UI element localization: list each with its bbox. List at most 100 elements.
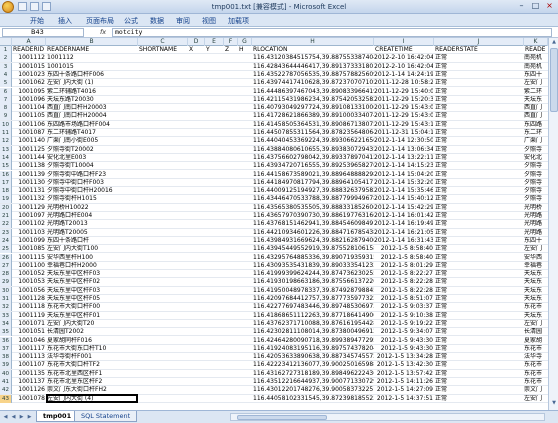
cell-readername[interactable]: 1001015 bbox=[47, 63, 187, 71]
cell-readername[interactable]: 长清园T2002 bbox=[47, 328, 187, 336]
cell-createtime[interactable]: 2012-2-10 16:42:04 bbox=[374, 63, 433, 71]
cell-createtime[interactable]: 2012-1-14 13:06:34 bbox=[374, 146, 433, 154]
cell-createtime[interactable]: 2011-12-31 15:04:18 bbox=[374, 129, 433, 137]
cell-reader-extra[interactable]: 夕照寺 bbox=[524, 162, 548, 170]
cell-rlocation[interactable]: 116.44158673589021,39.889648888298603 bbox=[253, 171, 374, 179]
cell-rlocation[interactable]: 116.43768151462941,39.884546098491906 bbox=[253, 220, 374, 228]
cell-rlocation[interactable]: 116.41924083195116,39.897574378204917 bbox=[253, 345, 374, 353]
cell-readerstate[interactable]: 正常 bbox=[435, 212, 455, 220]
column-header-j[interactable]: J bbox=[434, 38, 524, 46]
cell-readerid[interactable]: 1001115 bbox=[12, 254, 45, 262]
cell-createtime[interactable]: 2012-1-5 13:42:30 bbox=[374, 361, 433, 369]
cell-createtime[interactable]: 2012-1-5 9:03:37 bbox=[374, 303, 433, 311]
cell-readerid[interactable]: 1001125 bbox=[12, 146, 45, 154]
cell-createtime[interactable]: 2012-1-5 13:57:42 bbox=[374, 370, 433, 378]
cell-readerstate[interactable]: 正常 bbox=[435, 71, 455, 79]
cell-readerstate[interactable]: 正常 bbox=[435, 229, 455, 237]
cell-createtime[interactable]: 2012-1-14 16:19:49 bbox=[374, 220, 433, 228]
cell-readerid[interactable]: 1001130 bbox=[12, 179, 45, 187]
cell-readername[interactable]: 1001112 bbox=[47, 54, 187, 62]
row-header[interactable]: 35 bbox=[0, 328, 12, 337]
fx-icon[interactable]: fx bbox=[100, 28, 106, 36]
cell-readerid[interactable]: 1001097 bbox=[12, 212, 45, 220]
column-title[interactable]: Z bbox=[225, 46, 238, 54]
cell-readerstate[interactable]: 正常 bbox=[435, 295, 455, 303]
cell-readerstate[interactable]: 正常 bbox=[435, 378, 455, 386]
cell-reader-extra[interactable]: 东花市 bbox=[524, 378, 548, 386]
cell-rlocation[interactable]: 116.44184970817794,39.889641054171621 bbox=[253, 179, 374, 187]
row-header[interactable]: 25 bbox=[0, 245, 12, 254]
row-header[interactable]: 38 bbox=[0, 353, 12, 362]
cell-readerid[interactable]: 1001087 bbox=[12, 129, 45, 137]
cell-createtime[interactable]: 2012-1-5 9:10:38 bbox=[374, 312, 433, 320]
cell-readerstate[interactable]: 正常 bbox=[435, 96, 455, 104]
cell-createtime[interactable]: 2011-12-28 10:58:20 bbox=[374, 79, 433, 87]
cell-reader-extra[interactable]: 光明路 bbox=[524, 212, 548, 220]
cell-rlocation[interactable]: 116.42843644446417,39.891373331801557 bbox=[253, 63, 374, 71]
cell-reader-extra[interactable]: 长清园 bbox=[524, 328, 548, 336]
cell-readerid[interactable]: 1001100 bbox=[12, 262, 45, 270]
vertical-scrollbar[interactable]: ▲ ▼ bbox=[548, 38, 558, 410]
cell-createtime[interactable]: 2012-1-5 14:11:26 bbox=[374, 378, 433, 386]
cell-reader-extra[interactable]: 幸福巷 bbox=[524, 262, 548, 270]
row-header[interactable]: 30 bbox=[0, 286, 12, 295]
cell-createtime[interactable]: 2011-12-29 15:43:06 bbox=[374, 112, 433, 120]
cell-readername[interactable]: 天坛东里中区杆F03 bbox=[47, 287, 187, 295]
column-title[interactable]: RLOCATION bbox=[253, 46, 374, 54]
cell-reader-extra[interactable]: 左安门 bbox=[524, 79, 548, 87]
column-header-e[interactable]: E bbox=[205, 38, 224, 46]
cell-readerid[interactable]: 1001023 bbox=[12, 71, 45, 79]
cell-reader-extra[interactable]: 光明路 bbox=[524, 220, 548, 228]
row-header[interactable]: 31 bbox=[0, 295, 12, 303]
row-header[interactable]: 36 bbox=[0, 336, 12, 345]
row-header[interactable]: 4 bbox=[0, 70, 12, 79]
tab-page-layout[interactable]: 页面布局 bbox=[86, 16, 114, 26]
row-header[interactable]: 5 bbox=[0, 79, 12, 88]
cell-rlocation[interactable]: 116.42223412136077,39.900250165988949 bbox=[253, 361, 374, 369]
cell-rlocation[interactable]: 116.44507855311564,39.878235648064644 bbox=[253, 129, 374, 137]
column-header-g[interactable]: G bbox=[238, 38, 252, 46]
row-header[interactable]: 20 bbox=[0, 203, 12, 212]
cell-readername[interactable]: 夕照寺街T10004 bbox=[47, 162, 187, 170]
cell-rlocation[interactable]: 116.43756602798042,39.893378970415777 bbox=[253, 154, 374, 162]
cell-readerstate[interactable]: 正常 bbox=[435, 204, 455, 212]
cell-createtime[interactable]: 2012-1-5 14:37:51 bbox=[374, 395, 433, 403]
cell-createtime[interactable]: 2012-1-5 8:22:28 bbox=[374, 278, 433, 286]
cell-readerid[interactable]: 1001102 bbox=[12, 220, 45, 228]
formula-input[interactable]: motcity bbox=[112, 28, 552, 37]
cell-readerstate[interactable]: 正常 bbox=[435, 220, 455, 228]
row-header[interactable]: 42 bbox=[0, 386, 12, 395]
cell-rlocation[interactable]: 116.41458505364531,39.890867138075244 bbox=[253, 121, 374, 129]
row-header[interactable]: 29 bbox=[0, 278, 12, 287]
cell-readerid[interactable]: 1001105 bbox=[12, 112, 45, 120]
cell-readerstate[interactable]: 正常 bbox=[435, 129, 455, 137]
cell-rlocation[interactable]: 116.43446470533788,39.887799949678197 bbox=[253, 195, 374, 203]
cell-reader-extra[interactable]: 东花市 bbox=[524, 370, 548, 378]
cell-readername[interactable]: 光明路T20013 bbox=[47, 220, 187, 228]
row-header[interactable]: 23 bbox=[0, 228, 12, 237]
cell-rlocation[interactable]: 116.44058102331545,39.872398185523949 bbox=[253, 395, 374, 403]
cell-reader-extra[interactable]: 安华西 bbox=[524, 254, 548, 262]
cell-readerstate[interactable]: 正常 bbox=[435, 121, 455, 129]
cell-createtime[interactable]: 2012-1-5 14:27:09 bbox=[374, 386, 433, 394]
sheet-tab-sql-statement[interactable]: SQL Statement bbox=[74, 411, 138, 422]
maximize-icon[interactable]: □ bbox=[529, 1, 542, 12]
cell-createtime[interactable]: 2012-1-14 15:35:46 bbox=[374, 187, 433, 195]
cell-createtime[interactable]: 2012-1-14 15:32:20 bbox=[374, 179, 433, 187]
column-header-c[interactable]: C bbox=[138, 38, 188, 46]
row-header[interactable]: 3 bbox=[0, 62, 12, 71]
cell-reader-extra[interactable]: 西直门 bbox=[524, 112, 548, 120]
row-header[interactable]: 24 bbox=[0, 236, 12, 245]
cell-rlocation[interactable]: 116.44009125194927,39.888326379582870 bbox=[253, 187, 374, 195]
column-title[interactable]: X bbox=[189, 46, 205, 54]
cell-readerid[interactable]: 1001138 bbox=[12, 162, 45, 170]
cell-readerstate[interactable]: 正常 bbox=[435, 63, 455, 71]
cell-readerstate[interactable]: 正常 bbox=[435, 361, 455, 369]
cell-readerstate[interactable]: 正常 bbox=[435, 137, 455, 145]
next-sheet-icon[interactable]: ▶ bbox=[18, 414, 25, 421]
cell-createtime[interactable]: 2012-1-14 14:24:19 bbox=[374, 71, 433, 79]
cell-createtime[interactable]: 2012-1-14 16:21:05 bbox=[374, 229, 433, 237]
cell-reader-extra[interactable]: 法华寺 bbox=[524, 353, 548, 361]
cell-readerid[interactable]: 1001119 bbox=[12, 312, 45, 320]
scroll-down-icon[interactable]: ▼ bbox=[550, 400, 558, 407]
